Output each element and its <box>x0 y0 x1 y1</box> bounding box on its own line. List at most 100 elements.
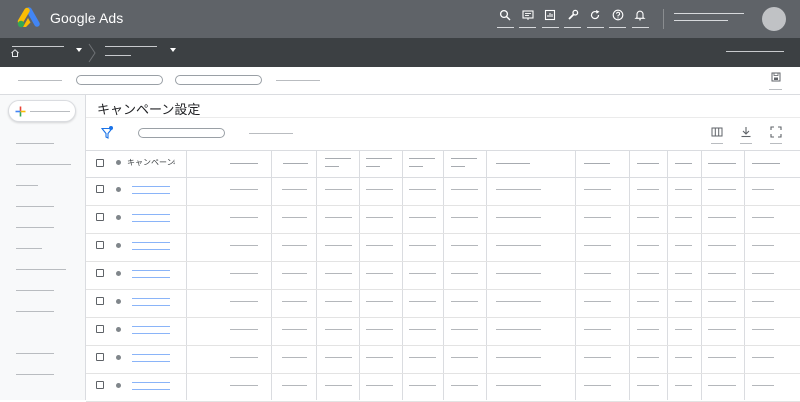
table-row[interactable] <box>86 178 800 206</box>
table-cell-value <box>752 357 774 358</box>
preview-button[interactable] <box>517 7 540 31</box>
campaign-name-link[interactable] <box>132 242 170 243</box>
row-checkbox[interactable] <box>96 241 104 249</box>
breadcrumb-campaign-dropdown-icon[interactable] <box>170 48 176 52</box>
breadcrumb-right-placeholder[interactable] <box>726 51 784 52</box>
row-checkbox[interactable] <box>96 213 104 221</box>
column-header-placeholder[interactable] <box>708 163 736 164</box>
campaign-name-link[interactable] <box>132 298 170 299</box>
avatar[interactable] <box>762 7 786 31</box>
sort-arrow-icon[interactable]: ↓ <box>172 157 176 166</box>
brand[interactable]: Google Ads <box>16 7 123 29</box>
column-header-placeholder[interactable] <box>496 163 530 164</box>
campaign-name-link[interactable] <box>132 354 170 355</box>
breadcrumb-campaign-sub-placeholder <box>105 55 131 56</box>
refresh-button[interactable] <box>584 7 607 31</box>
plus-icon <box>15 106 26 117</box>
save-icon[interactable] <box>771 72 781 82</box>
row-checkbox[interactable] <box>96 297 104 305</box>
table-cell-value <box>366 189 393 190</box>
table-cell-value <box>752 245 774 246</box>
table-cell-value <box>230 273 258 274</box>
campaign-name-link[interactable] <box>132 382 170 383</box>
column-header-campaign[interactable]: キャンペーン <box>127 157 175 168</box>
filter-chip-2[interactable] <box>175 75 262 85</box>
expand-icon[interactable] <box>770 126 782 138</box>
notifications-icon <box>634 10 646 21</box>
table-cell-value <box>409 385 436 386</box>
select-all-checkbox[interactable] <box>96 159 104 167</box>
sidebar-item[interactable] <box>16 248 42 249</box>
sidebar-item[interactable] <box>16 374 54 375</box>
campaign-name-link-line-2 <box>132 361 170 362</box>
table-cell-value <box>451 329 478 330</box>
table-cell-value <box>366 385 393 386</box>
table-cell-value <box>708 189 736 190</box>
table-row[interactable] <box>86 234 800 262</box>
campaign-name-link[interactable] <box>132 270 170 271</box>
row-checkbox[interactable] <box>96 325 104 333</box>
column-header-placeholder[interactable] <box>752 163 780 164</box>
help-button[interactable] <box>607 7 630 31</box>
table-row[interactable] <box>86 318 800 346</box>
account-info[interactable] <box>674 13 744 21</box>
table-cell-value <box>584 385 611 386</box>
sidebar-item[interactable] <box>16 311 54 312</box>
columns-icon[interactable] <box>711 126 723 138</box>
campaign-name-link[interactable] <box>132 186 170 187</box>
row-checkbox[interactable] <box>96 381 104 389</box>
sidebar-item[interactable] <box>16 269 66 270</box>
row-checkbox[interactable] <box>96 353 104 361</box>
sidebar-item[interactable] <box>16 290 54 291</box>
filter-chip-1[interactable] <box>76 75 163 85</box>
sidebar-item[interactable] <box>16 227 54 228</box>
column-header-placeholder[interactable] <box>230 163 258 164</box>
add-filter-chip[interactable] <box>138 128 225 138</box>
campaign-name-link[interactable] <box>132 326 170 327</box>
sidebar-item[interactable] <box>16 143 54 144</box>
table-cell-value <box>496 301 541 302</box>
table-cell-value <box>637 217 659 218</box>
home-icon[interactable] <box>10 48 20 58</box>
tools-button[interactable] <box>562 7 585 31</box>
save-underline <box>769 89 782 90</box>
table-row[interactable] <box>86 374 800 402</box>
row-checkbox[interactable] <box>96 269 104 277</box>
campaign-name-link[interactable] <box>132 214 170 215</box>
filter-row-link-placeholder[interactable] <box>276 80 320 81</box>
column-header-placeholder[interactable] <box>409 158 435 159</box>
new-button[interactable] <box>8 100 76 122</box>
table-cell-value <box>409 245 436 246</box>
sidebar-item[interactable] <box>16 164 71 165</box>
table-cell-value <box>584 189 611 190</box>
table-cell-value <box>451 273 478 274</box>
sidebar-item[interactable] <box>16 206 54 207</box>
breadcrumb-account-placeholder[interactable] <box>12 46 64 47</box>
table-row[interactable] <box>86 206 800 234</box>
column-header-placeholder[interactable] <box>451 158 477 159</box>
breadcrumb-account-dropdown-icon[interactable] <box>76 48 82 52</box>
column-header-placeholder[interactable] <box>366 158 392 159</box>
sidebar-item[interactable] <box>16 185 38 186</box>
table-cell-value <box>708 385 736 386</box>
table-row[interactable] <box>86 346 800 374</box>
account-id-placeholder <box>674 20 728 21</box>
column-header-placeholder[interactable] <box>675 163 692 164</box>
column-header-placeholder[interactable] <box>584 163 610 164</box>
table-cell-value <box>366 273 393 274</box>
reports-button[interactable] <box>539 7 562 31</box>
table-cell-value <box>282 301 307 302</box>
row-checkbox[interactable] <box>96 185 104 193</box>
chevron-right-icon <box>88 43 96 63</box>
column-header-placeholder[interactable] <box>637 163 659 164</box>
table-row[interactable] <box>86 262 800 290</box>
column-header-placeholder[interactable] <box>283 163 308 164</box>
download-icon[interactable] <box>740 126 752 138</box>
breadcrumb-campaign-placeholder[interactable] <box>105 46 157 47</box>
column-header-placeholder[interactable] <box>325 158 351 159</box>
search-button[interactable] <box>494 7 517 31</box>
top-icons <box>494 7 652 31</box>
table-row[interactable] <box>86 290 800 318</box>
sidebar-item[interactable] <box>16 353 54 354</box>
notifications-button[interactable] <box>629 7 652 31</box>
